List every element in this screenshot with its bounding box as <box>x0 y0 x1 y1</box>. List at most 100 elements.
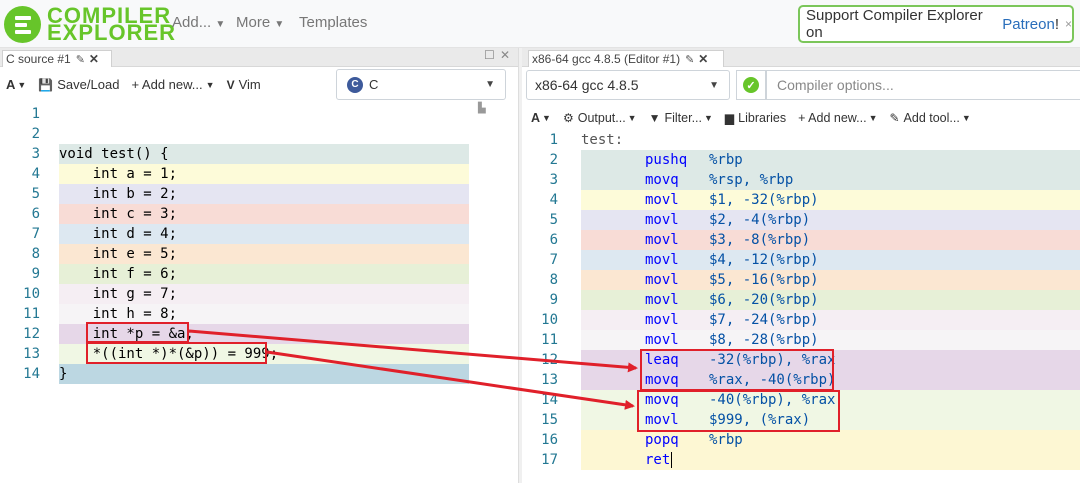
source-code: *((int *)*(&p)) = 999; <box>59 346 279 362</box>
source-line[interactable]: 6 int c = 3; <box>0 204 518 224</box>
source-line[interactable]: 5 int b = 2; <box>0 184 518 204</box>
asm-operands: $1, -32(%rbp) <box>709 192 819 208</box>
asm-line[interactable]: 9 movl $6, -20(%rbp) <box>522 290 1080 310</box>
source-line[interactable]: 2 <box>0 124 518 144</box>
chevron-down-icon: ▼ <box>542 112 551 123</box>
chevron-down-icon: ▼ <box>485 79 495 90</box>
chevron-down-icon: ▼ <box>704 112 713 123</box>
compiler-options-input[interactable]: Compiler options... <box>766 70 1080 100</box>
asm-label: test: <box>581 132 624 148</box>
tab-compiler[interactable]: x86-64 gcc 4.8.5 (Editor #1) ✎ ✕ <box>528 50 724 67</box>
tab-title: C source #1 <box>6 52 71 66</box>
tab-c-source[interactable]: C source #1 ✎ ✕ <box>2 50 112 67</box>
add-new-button[interactable]: + Add new... ▼ <box>798 111 877 125</box>
pencil-icon[interactable]: ✎ <box>76 53 85 66</box>
font-size-button[interactable]: A ▼ <box>531 111 551 125</box>
source-line[interactable]: 4 int a = 1; <box>0 164 518 184</box>
add-menu[interactable]: Add... ▼ <box>172 14 225 31</box>
source-editor[interactable]: 1 2 3 void test() {4 int a = 1; 5 int b = 2;… <box>0 104 518 394</box>
line-number: 5 <box>31 186 40 202</box>
add-tool-button[interactable]: ✎ Add tool... ▼ <box>889 111 970 125</box>
asm-line[interactable]: 6 movl $3, -8(%rbp) <box>522 230 1080 250</box>
line-number: 6 <box>31 206 40 222</box>
maximize-icon[interactable]: ☐ <box>484 48 495 62</box>
save-load-button[interactable]: 💾 Save/Load <box>38 77 119 92</box>
compiler-explorer-logo[interactable]: COMPILER EXPLORER <box>4 5 176 44</box>
chevron-down-icon: ▼ <box>868 112 878 123</box>
chevron-down-icon: ▼ <box>274 19 285 30</box>
vim-toggle[interactable]: V Vim <box>227 77 261 92</box>
libraries-button[interactable]: ▆ Libraries <box>725 111 786 125</box>
asm-line[interactable]: 10 movl $7, -24(%rbp) <box>522 310 1080 330</box>
source-line[interactable]: 11 int h = 8; <box>0 304 518 324</box>
source-line[interactable]: 7 int d = 4; <box>0 224 518 244</box>
asm-line[interactable]: 5 movl $2, -4(%rbp) <box>522 210 1080 230</box>
line-number: 15 <box>541 412 558 428</box>
source-line[interactable]: 10 int g = 7; <box>0 284 518 304</box>
source-line[interactable]: 14} <box>0 364 518 384</box>
close-icon[interactable]: ✕ <box>89 52 99 66</box>
asm-operands: $3, -8(%rbp) <box>709 232 811 248</box>
add-new-button[interactable]: + Add new... ▼ <box>131 77 214 92</box>
asm-line[interactable]: 17 ret <box>522 450 1080 470</box>
asm-line[interactable]: 16 popq %rbp <box>522 430 1080 450</box>
patreon-banner[interactable]: Support Compiler Explorer on Patreon ! × <box>798 5 1074 43</box>
pencil-icon[interactable]: ✎ <box>685 53 694 66</box>
asm-line[interactable]: 7 movl $4, -12(%rbp) <box>522 250 1080 270</box>
output-button[interactable]: ⚙ Output... ▼ <box>563 111 637 125</box>
vim-icon: V <box>226 77 235 92</box>
line-number: 13 <box>541 372 558 388</box>
asm-line[interactable]: 8 movl $5, -16(%rbp) <box>522 270 1080 290</box>
gear-icon: ⚙ <box>562 110 574 125</box>
asm-line[interactable]: 13 movq %rax, -40(%rbp) <box>522 370 1080 390</box>
asm-opcode: movl <box>645 412 679 428</box>
compile-status[interactable]: ✓ <box>736 70 766 100</box>
asm-line[interactable]: 14 movq -40(%rbp), %rax <box>522 390 1080 410</box>
line-number: 8 <box>549 272 558 288</box>
filter-icon: ▼ <box>648 110 661 125</box>
source-line[interactable]: 9 int f = 6; <box>0 264 518 284</box>
line-number: 2 <box>31 126 40 142</box>
asm-opcode: popq <box>645 432 679 448</box>
font-size-button[interactable]: A ▼ <box>6 77 26 92</box>
asm-operands: $7, -24(%rbp) <box>709 312 819 328</box>
book-icon: ▆ <box>724 110 735 125</box>
line-number: 8 <box>31 246 40 262</box>
language-select[interactable]: C C ▼ <box>336 69 506 100</box>
chevron-down-icon: ▼ <box>215 19 226 30</box>
asm-opcode: movl <box>645 252 679 268</box>
close-icon[interactable]: × <box>1065 17 1072 31</box>
source-line[interactable]: 13 *((int *)*(&p)) = 999; <box>0 344 518 364</box>
line-number: 10 <box>541 312 558 328</box>
close-icon[interactable]: ✕ <box>698 52 708 66</box>
source-line[interactable]: 1 <box>0 104 518 124</box>
close-pane-icon[interactable]: ✕ <box>500 48 510 62</box>
templates-link[interactable]: Templates <box>299 14 367 31</box>
source-line[interactable]: 12 int *p = &a; <box>0 324 518 344</box>
asm-operands: $4, -12(%rbp) <box>709 252 819 268</box>
asm-operands: %rbp <box>709 432 743 448</box>
language-value: C <box>369 77 379 92</box>
asm-line[interactable]: 2 pushq %rbp <box>522 150 1080 170</box>
asm-operands: -32(%rbp), %rax <box>709 352 836 368</box>
line-number: 9 <box>549 292 558 308</box>
asm-opcode: ret <box>645 452 671 468</box>
asm-line[interactable]: 4 movl $1, -32(%rbp) <box>522 190 1080 210</box>
asm-line[interactable]: 11 movl $8, -28(%rbp) <box>522 330 1080 350</box>
asm-operands: %rsp, %rbp <box>709 172 794 188</box>
asm-line[interactable]: 3 movq %rsp, %rbp <box>522 170 1080 190</box>
asm-operands: $2, -4(%rbp) <box>709 212 811 228</box>
assembly-output[interactable]: 1 test: 2 pushq %rbp 3 movq %rsp, %rbp 4 movl $1, … <box>522 130 1080 480</box>
source-code: int g = 7; <box>59 286 178 302</box>
check-icon: ✓ <box>743 77 759 93</box>
asm-line[interactable]: 15 movl $999, (%rax) <box>522 410 1080 430</box>
asm-line[interactable]: 1 test: <box>522 130 1080 150</box>
patreon-link[interactable]: Patreon <box>1002 16 1055 33</box>
asm-opcode: movl <box>645 312 679 328</box>
compiler-select[interactable]: x86-64 gcc 4.8.5 ▼ <box>526 70 730 100</box>
more-menu[interactable]: More ▼ <box>236 14 284 31</box>
source-line[interactable]: 3 void test() { <box>0 144 518 164</box>
asm-line[interactable]: 12 leaq -32(%rbp), %rax <box>522 350 1080 370</box>
source-line[interactable]: 8 int e = 5; <box>0 244 518 264</box>
filter-button[interactable]: ▼ Filter... ▼ <box>649 111 713 125</box>
